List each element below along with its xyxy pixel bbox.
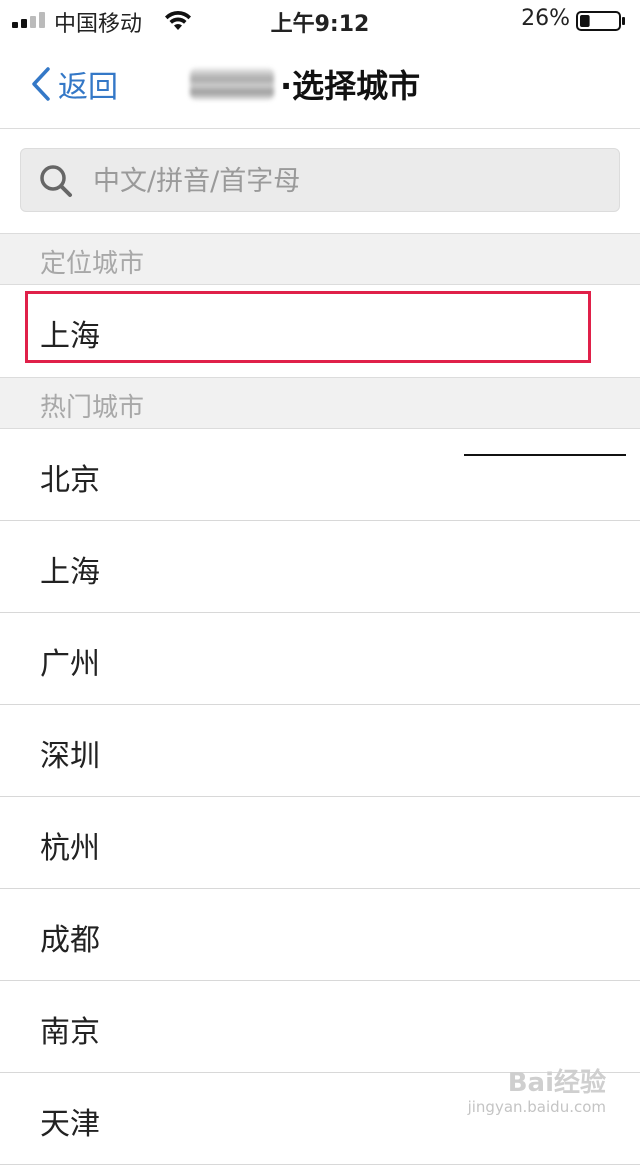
city-item[interactable]: 深圳 bbox=[0, 705, 640, 797]
search-input[interactable] bbox=[91, 149, 595, 213]
back-label: 返回 bbox=[58, 70, 118, 105]
watermark-url: jingyan.baidu.com bbox=[467, 1098, 606, 1116]
city-item[interactable]: 成都 bbox=[0, 889, 640, 981]
chevron-left-icon bbox=[32, 67, 50, 101]
search-box[interactable] bbox=[20, 148, 620, 213]
city-name: 杭州 bbox=[40, 831, 100, 866]
navigation-bar: 返回 ·选择城市 bbox=[0, 40, 640, 129]
city-item[interactable]: 南京 bbox=[0, 981, 640, 1073]
city-name: 成都 bbox=[40, 923, 100, 958]
baidu-jingyan-watermark: Bai经验 jingyan.baidu.com bbox=[456, 1062, 606, 1122]
city-name: 深圳 bbox=[40, 739, 100, 774]
page-title-group: ·选择城市 bbox=[190, 64, 421, 105]
redacted-app-name bbox=[190, 68, 274, 100]
city-name: 广州 bbox=[40, 647, 100, 682]
city-item[interactable]: 杭州 bbox=[0, 797, 640, 889]
located-city-item[interactable]: 上海 bbox=[0, 285, 640, 377]
city-item[interactable]: 北京 bbox=[0, 429, 640, 521]
annotation-line bbox=[464, 454, 626, 456]
hot-city-list: 北京 上海 广州 深圳 杭州 成都 南京 天津 bbox=[0, 429, 640, 1165]
located-city-header: 定位城市 bbox=[0, 233, 640, 285]
search-icon bbox=[40, 165, 72, 197]
search-area bbox=[0, 129, 640, 233]
city-name: 南京 bbox=[40, 1015, 100, 1050]
battery-percentage: 26% bbox=[521, 6, 570, 31]
watermark-brand: Bai经验 bbox=[507, 1068, 606, 1098]
battery-icon bbox=[576, 11, 625, 31]
city-name: 北京 bbox=[40, 463, 100, 498]
hot-city-header: 热门城市 bbox=[0, 377, 640, 429]
back-button[interactable]: 返回 bbox=[30, 64, 118, 105]
located-city-name: 上海 bbox=[40, 319, 100, 354]
status-bar: 中国移动 上午9:12 26% bbox=[0, 0, 640, 40]
city-name: 上海 bbox=[40, 555, 100, 590]
located-city-header-label: 定位城市 bbox=[40, 249, 145, 279]
city-item[interactable]: 广州 bbox=[0, 613, 640, 705]
page-title: ·选择城市 bbox=[280, 67, 421, 105]
city-item[interactable]: 上海 bbox=[0, 521, 640, 613]
city-name: 天津 bbox=[40, 1107, 100, 1142]
hot-city-header-label: 热门城市 bbox=[40, 393, 145, 423]
